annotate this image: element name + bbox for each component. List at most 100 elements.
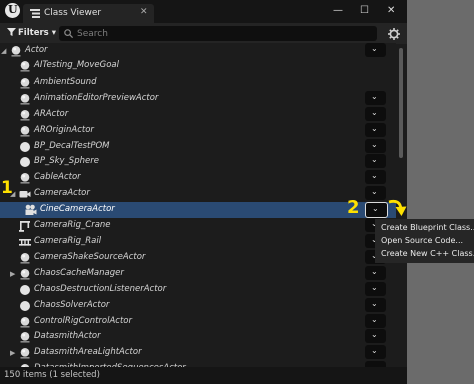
tree-row-label: ChaosCacheManager [34, 268, 124, 278]
circle-icon [20, 301, 30, 311]
tree-row-label: Actor [25, 45, 48, 55]
tree-row[interactable]: ▶ DatasmithAreaLightActor ⌄ [0, 345, 396, 361]
crane-icon [19, 221, 30, 232]
chevron-down-icon: ▾ [51, 28, 56, 38]
tree-row-label: ChaosDestructionListenerActor [34, 284, 167, 294]
chevron-down-icon: ⌄ [371, 187, 378, 196]
sphere-icon [11, 46, 21, 57]
row-options-dropdown-button[interactable]: ⌄ [365, 43, 386, 57]
expand-arrow-icon[interactable]: ▶ [10, 270, 15, 278]
circle-icon [20, 285, 30, 295]
chevron-down-icon: ⌄ [371, 330, 378, 339]
row-options-dropdown-button[interactable]: ⌄ [365, 107, 386, 121]
tree-row-label: CameraRig_Crane [34, 220, 111, 230]
tree-row[interactable]: CineCameraActor ⌄ [0, 202, 396, 218]
tree-row-label: AITesting_MoveGoal [34, 60, 119, 70]
chevron-down-icon: ⌄ [371, 283, 378, 292]
maximize-icon[interactable]: ☐ [360, 5, 369, 16]
menu-item-create-blueprint-class[interactable]: Create Blueprint Class... [381, 223, 474, 232]
search-input[interactable] [77, 26, 372, 41]
tree-row[interactable]: CameraRig_Rail⌄ [0, 234, 396, 250]
row-options-dropdown-button[interactable]: ⌄ [365, 202, 388, 218]
expand-arrow-icon[interactable]: ▶ [10, 349, 15, 357]
menu-item-create-new-cpp-class[interactable]: Create New C++ Class... [381, 249, 474, 258]
unreal-logo-icon: U [5, 3, 20, 18]
filters-label: Filters [18, 28, 49, 38]
class-viewer-icon [30, 9, 40, 18]
tab-class-viewer[interactable]: Class Viewer ✕ [23, 4, 154, 23]
sphere-icon [20, 110, 30, 121]
sphere-icon [20, 332, 30, 343]
title-bar: U Class Viewer ✕ — ☐ ✕ [0, 0, 407, 23]
circle-icon [20, 157, 30, 167]
tree-row[interactable]: AROriginActor ⌄ [0, 123, 396, 139]
sphere-icon [20, 317, 30, 328]
tree-row-label: CineCameraActor [40, 204, 115, 214]
chevron-down-icon: ⌄ [371, 155, 378, 164]
tree-row-label: ARActor [34, 109, 69, 119]
row-options-dropdown-button[interactable]: ⌄ [365, 345, 386, 359]
menu-item-open-source-code[interactable]: Open Source Code... [381, 236, 463, 245]
tree-row[interactable]: ChaosSolverActor ⌄ [0, 298, 396, 314]
tree-row-label: ControlRigControlActor [34, 316, 133, 326]
tab-title: Class Viewer [44, 8, 102, 18]
row-options-dropdown-button[interactable]: ⌄ [365, 91, 386, 105]
row-options-dropdown-button[interactable]: ⌄ [365, 123, 386, 137]
tree-row[interactable]: ▶ ChaosCacheManager ⌄ [0, 266, 396, 282]
tree-row-label: CameraShakeSourceActor [34, 252, 146, 262]
tree-row[interactable]: ◢ CameraActor ⌄ [0, 186, 396, 202]
scrollbar-thumb[interactable] [399, 48, 403, 158]
tree-row[interactable]: ARActor ⌄ [0, 107, 396, 123]
rail-icon [19, 239, 31, 246]
tree-row[interactable]: AmbientSound [0, 75, 396, 91]
row-options-dropdown-button[interactable]: ⌄ [365, 170, 386, 184]
tree-row[interactable]: AnimationEditorPreviewActor ⌄ [0, 91, 396, 107]
tree-row[interactable]: CameraRig_Crane⌄ [0, 218, 396, 234]
toolbar: Filters ▾ [0, 23, 407, 44]
row-options-dropdown-button[interactable]: ⌄ [365, 298, 386, 312]
tree-row[interactable]: CameraShakeSourceActor⌄ [0, 250, 396, 266]
chevron-down-icon: ⌄ [371, 346, 378, 355]
chevron-down-icon: ⌄ [371, 299, 378, 308]
row-options-dropdown-button[interactable]: ⌄ [365, 154, 386, 168]
chevron-down-icon: ⌄ [371, 108, 378, 117]
minimize-icon[interactable]: — [333, 5, 343, 16]
row-options-dropdown-button[interactable]: ⌄ [365, 139, 386, 153]
chevron-down-icon: ⌄ [372, 204, 379, 213]
row-options-dropdown-button[interactable]: ⌄ [365, 329, 386, 343]
filters-button[interactable]: Filters ▾ [4, 26, 59, 41]
tree-row-label: CameraRig_Rail [34, 236, 102, 246]
row-options-dropdown-button[interactable]: ⌄ [365, 282, 386, 296]
item-count-status: 150 items (1 selected) [4, 370, 100, 380]
tree-row[interactable]: ◢ Actor ⌄ [0, 43, 396, 59]
gear-icon[interactable] [388, 28, 400, 40]
collapse-arrow-icon[interactable]: ◢ [1, 47, 6, 55]
annotation-step-2: 2 [347, 197, 360, 218]
tree-row-label: DatasmithAreaLightActor [34, 347, 142, 357]
tree-row[interactable]: BP_DecalTestPOM ⌄ [0, 139, 396, 155]
row-options-dropdown-button[interactable]: ⌄ [365, 314, 386, 328]
tree-row-label: AmbientSound [34, 77, 97, 87]
tree-row[interactable]: ControlRigControlActor ⌄ [0, 314, 396, 330]
filter-icon [7, 28, 16, 36]
sphere-icon [20, 78, 30, 89]
cine-camera-icon [25, 204, 37, 215]
tree-row[interactable]: ChaosDestructionListenerActor ⌄ [0, 282, 396, 298]
sphere-icon [20, 348, 30, 359]
tree-row[interactable]: BP_Sky_Sphere ⌄ [0, 154, 396, 170]
tree-row-label: CableActor [34, 172, 81, 182]
tree-row[interactable]: CableActor ⌄ [0, 170, 396, 186]
row-options-dropdown-button[interactable]: ⌄ [365, 266, 386, 280]
annotation-step-1: 1 [1, 178, 13, 198]
tab-close-icon[interactable]: ✕ [140, 7, 148, 17]
annotation-curved-arrow-icon [388, 199, 407, 216]
tree-row[interactable]: DatasmithActor ⌄ [0, 329, 396, 345]
search-box[interactable] [59, 26, 377, 41]
tree-row[interactable]: AITesting_MoveGoal [0, 58, 396, 74]
circle-icon [20, 142, 30, 152]
sphere-icon [20, 269, 30, 280]
chevron-down-icon: ⌄ [371, 267, 378, 276]
close-icon[interactable]: ✕ [387, 5, 395, 16]
row-options-dropdown-button[interactable]: ⌄ [365, 186, 386, 200]
sphere-icon [20, 173, 30, 184]
